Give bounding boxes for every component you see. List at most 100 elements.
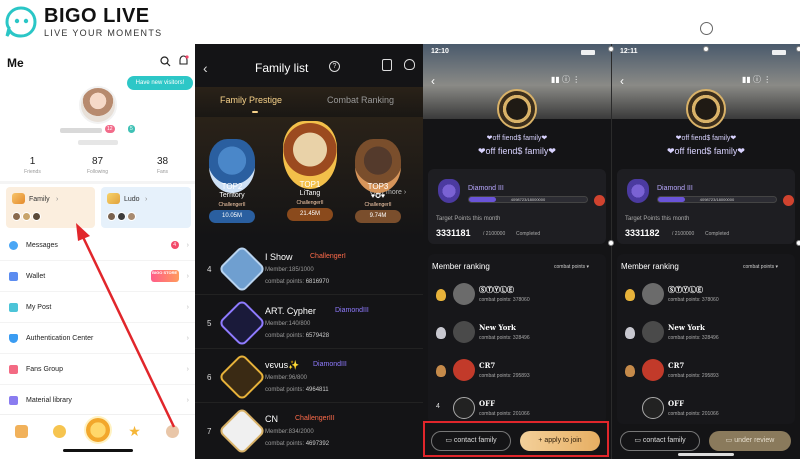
top2-rank-label: TOP2 [221, 182, 243, 191]
library-icon [9, 395, 18, 405]
family-toolbar-icons[interactable]: ▮▮ ⓘ ⋮ [551, 74, 580, 85]
member-points-label: combat points: [479, 297, 512, 303]
rank-number: 7 [207, 427, 212, 436]
target-points-goal: / 2100000 [672, 231, 695, 237]
contact-family-button[interactable]: ▭ contact family [620, 431, 700, 451]
combat-points: combat points: 6579428 [265, 333, 329, 339]
family-card[interactable]: Family › [6, 187, 95, 228]
member-avatar [22, 212, 31, 221]
settings-icon[interactable] [404, 59, 415, 70]
rotate-handle-icon[interactable] [700, 22, 713, 35]
menu-item-fans-group[interactable]: Fans Group › [0, 354, 195, 385]
top3-points: 9.74M [355, 210, 401, 223]
divider [0, 181, 195, 184]
back-arrow-icon[interactable]: ‹ [620, 74, 624, 88]
list-item[interactable]: ⓈⓉⓎⓁⒺ combat points: 378060 [617, 276, 795, 316]
combat-points: combat points: 4697392 [265, 441, 329, 447]
page-title: Me [7, 56, 24, 70]
member-name: New York [668, 323, 705, 332]
member-name: OFF [668, 399, 685, 408]
list-item[interactable]: 7 CN ChallengerIII Member:834/2000 comba… [195, 405, 423, 457]
tier-badge: DiamondIII [313, 361, 347, 368]
star-tab-icon[interactable]: ★ [128, 424, 141, 438]
new-visitors-tooltip[interactable]: Have new visitors! [127, 76, 193, 90]
top3-rank-label: TOP3 [367, 182, 389, 191]
target-points-value: 3331181 [436, 228, 471, 238]
target-points-goal: / 2100000 [483, 231, 506, 237]
top1-family-medal[interactable] [283, 121, 337, 189]
live-tab-icon[interactable] [53, 425, 66, 438]
go-live-button-icon[interactable] [86, 418, 110, 442]
logo-title: BIGO LIVE [44, 5, 150, 27]
stat-following[interactable]: 87 Following [65, 156, 130, 175]
list-item[interactable]: New York combat points: 328496 [617, 314, 795, 354]
rules-document-icon[interactable] [382, 59, 392, 71]
member-ranking-title: Member ranking [621, 262, 679, 271]
member-points-value: 328496 [701, 335, 719, 341]
list-item[interactable]: 6 vєνus✨ DiamondIII Member:96/800 combat… [195, 351, 423, 403]
tab-combat-ranking[interactable]: Combat Ranking [327, 95, 394, 105]
menu-item-my-post[interactable]: My Post › [0, 292, 195, 323]
selection-handle[interactable] [608, 46, 614, 52]
selection-handle[interactable] [703, 46, 709, 52]
gold-medal-icon [436, 289, 446, 301]
member-name: CR7 [479, 361, 496, 370]
notification-bell-icon[interactable] [178, 55, 189, 67]
sort-dropdown[interactable]: combat points ▾ [743, 264, 778, 270]
bigo-store-badge[interactable]: BIGO STORE [150, 270, 179, 282]
ludo-card-label: Ludo [124, 196, 140, 203]
logo-tagline: LIVE YOUR MOMENTS [44, 28, 163, 38]
help-icon[interactable]: ? [329, 61, 340, 72]
list-item[interactable]: New York combat points: 328496 [428, 314, 606, 354]
list-item[interactable]: ⓈⓉⓎⓁⒺ combat points: 378060 [428, 276, 606, 316]
family-name: ❤off fiend$ family❤ [667, 146, 745, 156]
top1-family-name: LiTang [299, 190, 321, 197]
stat-fans[interactable]: 38 Fans [130, 156, 195, 175]
family-member-avatars [12, 212, 41, 221]
player-avatar [117, 212, 126, 221]
stat-friends[interactable]: 1 Friends [0, 156, 65, 175]
search-icon[interactable] [160, 56, 171, 67]
combat-points-label: combat points: [265, 333, 305, 339]
back-arrow-icon[interactable]: ‹ [203, 60, 208, 76]
home-indicator [63, 449, 133, 452]
family-crest [686, 89, 726, 129]
menu-item-material-library[interactable]: Material library › [0, 385, 195, 416]
menu-item-authentication-center[interactable]: Authentication Center › [0, 323, 195, 354]
top3-family-name: ♥✪♥ [370, 193, 386, 200]
ludo-card[interactable]: Ludo › [101, 187, 191, 228]
back-arrow-icon[interactable]: ‹ [431, 74, 435, 88]
member-points-label: combat points: [479, 373, 512, 379]
family-name-small: ❤off fiend$ family❤ [486, 135, 548, 142]
sort-dropdown[interactable]: combat points ▾ [554, 264, 589, 270]
family-name: ART. Cypher [265, 306, 316, 316]
home-tab-icon[interactable] [15, 425, 28, 438]
status-time: 12:10 [431, 48, 449, 55]
menu-item-wallet[interactable]: Wallet BIGO STORE › [0, 261, 195, 292]
rank-four-number: 4 [436, 403, 440, 410]
me-tab-icon[interactable] [166, 425, 179, 438]
selection-handle[interactable] [796, 240, 800, 246]
list-item[interactable]: CR7 combat points: 295893 [428, 352, 606, 392]
home-indicator [678, 453, 734, 456]
list-item[interactable]: 4 I Show ChallengerI Member:185/1000 com… [195, 243, 423, 295]
list-item[interactable]: CR7 combat points: 295893 [617, 352, 795, 392]
member-points-value: 201066 [701, 411, 719, 417]
tab-family-prestige[interactable]: Family Prestige [220, 95, 282, 105]
menu-item-label: Authentication Center [26, 334, 94, 342]
selection-handle[interactable] [608, 240, 614, 246]
bigo-mascot-icon [5, 6, 37, 38]
diamond-tier-icon [627, 179, 649, 203]
combat-points-value: 6579428 [305, 333, 330, 339]
family-avatar [217, 244, 267, 294]
family-avatar [217, 298, 267, 348]
list-item[interactable]: 5 ART. Cypher DiamondIII Member:140/800 … [195, 297, 423, 349]
selection-handle[interactable] [796, 46, 800, 52]
page-title: Family list [255, 61, 309, 75]
progress-text: 4098723/18000000 [510, 197, 546, 202]
family-toolbar-icons[interactable]: ▮▮ ⓘ ⋮ [742, 74, 771, 85]
contact-family-label: contact family [642, 437, 686, 444]
menu-item-messages[interactable]: Messages 4 › [0, 230, 195, 261]
member-points-label: combat points: [668, 373, 701, 379]
avatar[interactable] [79, 86, 117, 124]
